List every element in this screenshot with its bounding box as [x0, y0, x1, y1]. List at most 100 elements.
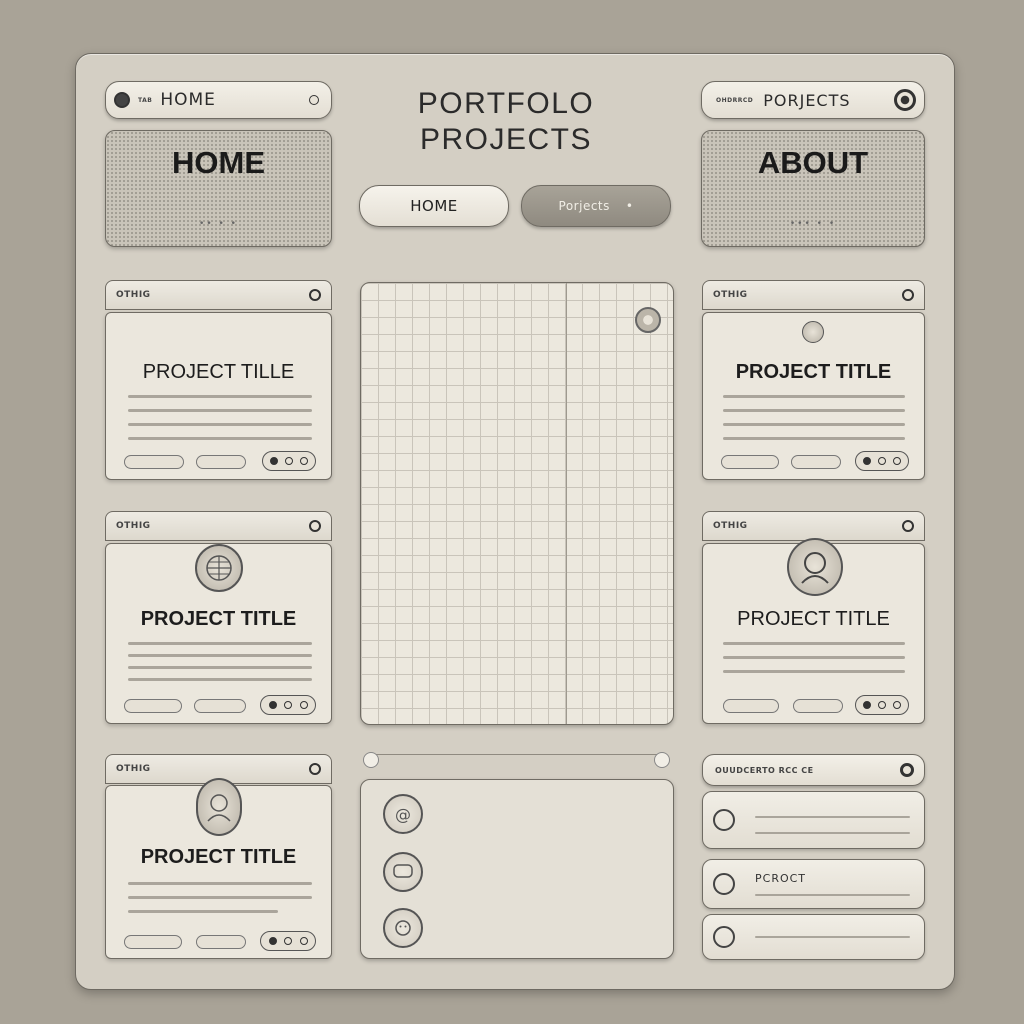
card-2-tag: OTHIG	[713, 290, 748, 300]
list-item[interactable]	[702, 791, 925, 849]
card-2[interactable]: PROJECT TITLE	[702, 312, 925, 480]
list-panel-toggle-icon[interactable]	[900, 763, 914, 777]
text-line	[755, 816, 910, 818]
about-hero-card[interactable]: ABOUT ••• • •	[701, 130, 925, 247]
card-3-action-button[interactable]	[194, 699, 246, 713]
dot-icon	[863, 457, 871, 465]
text-line	[723, 656, 905, 659]
card-2-action-button[interactable]	[791, 455, 841, 469]
portfolio-board: TAB HOME PORTFOLO PROJECTS OHDRRCD PORJE…	[75, 53, 955, 990]
dot-icon	[285, 457, 293, 465]
home-hero-title: HOME	[172, 145, 265, 180]
projects-nav-button[interactable]: Porjects •	[521, 185, 671, 227]
text-line	[723, 409, 905, 412]
home-tab-toggle-icon	[309, 95, 319, 105]
card-5[interactable]: PROJECT TITLE	[105, 778, 332, 959]
card-3-controls[interactable]	[260, 695, 316, 715]
dot-icon	[863, 701, 871, 709]
text-line	[128, 395, 312, 398]
home-tab-tag: TAB	[138, 96, 153, 104]
card-2-action-button[interactable]	[721, 455, 779, 469]
card-1-action-button[interactable]	[196, 455, 246, 469]
card-1-controls[interactable]	[262, 451, 316, 471]
grid-canvas[interactable]	[360, 282, 674, 725]
text-line	[723, 670, 905, 673]
bottom-panel: @	[360, 779, 674, 959]
list-item-label: PCROCT	[755, 872, 807, 885]
slider-handle-right[interactable]	[654, 752, 670, 768]
dot-icon	[268, 701, 277, 709]
card-4-action-button[interactable]	[793, 699, 843, 713]
text-line	[128, 896, 312, 899]
dot-icon	[300, 457, 308, 465]
card-4-controls[interactable]	[855, 695, 909, 715]
text-line	[128, 437, 312, 440]
radio-icon	[713, 873, 735, 895]
dot-icon	[878, 701, 886, 709]
dot-icon	[299, 701, 308, 709]
text-line	[128, 654, 312, 657]
card-5-tag: OTHIG	[116, 764, 151, 774]
projects-tab-tag: OHDRRCD	[716, 96, 754, 104]
dot-icon	[299, 937, 308, 945]
card-1-action-button[interactable]	[124, 455, 184, 469]
list-panel-header[interactable]: OUUDCERTO RCC CE	[702, 754, 925, 786]
list-panel-tag: OUUDCERTO RCC CE	[715, 765, 814, 775]
card-4-toggle-icon[interactable]	[902, 520, 914, 532]
dot-icon	[268, 937, 277, 945]
card-1-toggle-icon[interactable]	[309, 289, 321, 301]
projects-tab[interactable]: OHDRRCD PORJECTS	[701, 81, 925, 119]
at-icon[interactable]: @	[383, 794, 423, 834]
home-nav-button[interactable]: HOME	[359, 185, 509, 227]
dot-icon	[270, 457, 278, 465]
card-5-action-button[interactable]	[196, 935, 246, 949]
home-tab-knob-icon	[114, 92, 130, 108]
text-line	[128, 409, 312, 412]
home-nav-label: HOME	[410, 197, 458, 215]
slider-handle-left[interactable]	[363, 752, 379, 768]
radio-icon	[713, 926, 735, 948]
text-line	[755, 936, 910, 938]
home-tab-label: HOME	[160, 90, 216, 110]
projects-tab-toggle-icon	[894, 89, 916, 111]
card-3[interactable]: PROJECT TITLE	[105, 543, 332, 724]
card-3-title: PROJECT TITLE	[140, 608, 297, 630]
card-3-toggle-icon[interactable]	[309, 520, 321, 532]
text-line	[128, 678, 312, 681]
projects-nav-mark: •	[625, 199, 634, 213]
page-title-line1: PORTFOLO	[417, 87, 595, 120]
card-2-toggle-icon[interactable]	[902, 289, 914, 301]
card-5-action-button[interactable]	[124, 935, 182, 949]
user-avatar-icon	[196, 778, 242, 836]
text-line	[723, 437, 905, 440]
about-hero-dots: ••• • •	[789, 219, 837, 229]
card-5-toggle-icon[interactable]	[309, 763, 321, 775]
text-line	[128, 423, 312, 426]
card-2-controls[interactable]	[855, 451, 909, 471]
projects-tab-label: PORJECTS	[763, 90, 851, 110]
home-tab[interactable]: TAB HOME	[105, 81, 332, 119]
card-5-controls[interactable]	[260, 931, 316, 951]
text-line	[723, 423, 905, 426]
card-5-title: PROJECT TITLE	[140, 846, 297, 868]
text-line	[128, 642, 312, 645]
slider-track[interactable]	[368, 754, 658, 762]
card-1[interactable]: PROJECT TILLE	[105, 312, 332, 480]
card-4-action-button[interactable]	[723, 699, 779, 713]
chat-icon[interactable]	[383, 852, 423, 892]
face-icon[interactable]	[383, 908, 423, 948]
card-2-header: OTHIG	[702, 280, 925, 310]
card-1-title: PROJECT TILLE	[142, 361, 295, 383]
grid-settings-icon[interactable]	[635, 307, 661, 333]
dot-icon	[284, 701, 292, 709]
card-3-action-button[interactable]	[124, 699, 182, 713]
home-hero-card[interactable]: HOME •• • •	[105, 130, 332, 247]
list-item[interactable]	[702, 914, 925, 960]
card-2-title: PROJECT TITLE	[735, 361, 892, 383]
text-line	[723, 642, 905, 645]
page-title-line2: PROJECTS	[419, 123, 593, 156]
list-item[interactable]: PCROCT	[702, 859, 925, 909]
globe-icon	[195, 544, 243, 592]
badge-icon	[802, 321, 824, 343]
card-4[interactable]: PROJECT TITLE	[702, 538, 925, 724]
